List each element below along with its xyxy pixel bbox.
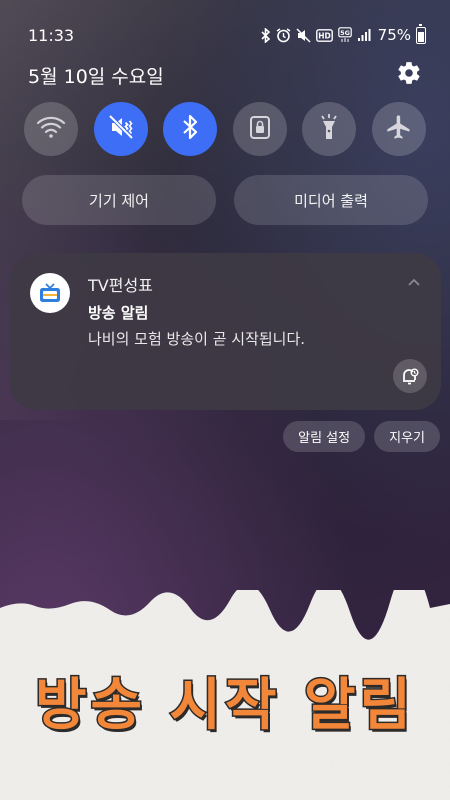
banner-title: 방송 시작 알림 bbox=[33, 672, 416, 740]
device-control-button[interactable]: 기기 제어 bbox=[22, 175, 216, 225]
clear-button[interactable]: 지우기 bbox=[374, 421, 440, 452]
hd-icon: HD bbox=[315, 28, 333, 42]
lock-icon bbox=[249, 114, 271, 144]
svg-text:HD: HD bbox=[318, 31, 331, 40]
quick-settings bbox=[24, 102, 426, 156]
svg-text:5G: 5G bbox=[340, 29, 350, 37]
notification-title: 방송 알림 bbox=[88, 304, 149, 322]
airplane-toggle[interactable] bbox=[371, 102, 426, 156]
status-icons: HD 5G 75% bbox=[260, 23, 426, 46]
panel-buttons: 기기 제어 미디어 출력 bbox=[22, 175, 428, 225]
bluetooth-toggle[interactable] bbox=[163, 102, 218, 156]
bluetooth-icon bbox=[260, 27, 271, 43]
rotation-lock-toggle[interactable] bbox=[232, 102, 287, 156]
wifi-icon bbox=[36, 115, 66, 143]
app-name: TV편성표 bbox=[88, 276, 153, 295]
battery-percent: 75% bbox=[377, 26, 411, 44]
snooze-bell-icon[interactable] bbox=[393, 359, 427, 393]
5g-icon: 5G bbox=[337, 27, 352, 43]
mute-icon bbox=[296, 27, 311, 43]
wifi-toggle[interactable] bbox=[24, 102, 78, 156]
airplane-icon bbox=[385, 113, 413, 145]
signal-icon bbox=[357, 28, 371, 42]
notification-body: 나비의 모험 방송이 곧 시작됩니다. bbox=[88, 330, 306, 348]
mute-icon bbox=[107, 113, 135, 145]
chevron-up-icon[interactable] bbox=[407, 275, 421, 289]
alarm-icon bbox=[276, 27, 291, 43]
bluetooth-icon bbox=[181, 114, 199, 144]
notification-card[interactable]: TV편성표 방송 알림 나비의 모험 방송이 곧 시작됩니다. bbox=[10, 253, 441, 410]
date-label: 5월 10일 수요일 bbox=[28, 66, 164, 88]
battery-icon bbox=[416, 23, 426, 44]
gear-icon[interactable] bbox=[396, 60, 422, 86]
sound-toggle[interactable] bbox=[93, 102, 148, 156]
flashlight-toggle[interactable] bbox=[302, 102, 357, 156]
media-output-button[interactable]: 미디어 출력 bbox=[234, 175, 428, 225]
battery-fill bbox=[418, 31, 424, 42]
notification-settings-button[interactable]: 알림 설정 bbox=[283, 421, 366, 452]
flashlight-icon bbox=[318, 113, 340, 145]
notification-actions: 알림 설정 지우기 bbox=[283, 421, 440, 452]
clock: 11:33 bbox=[28, 26, 75, 45]
tv-app-icon bbox=[30, 273, 70, 313]
